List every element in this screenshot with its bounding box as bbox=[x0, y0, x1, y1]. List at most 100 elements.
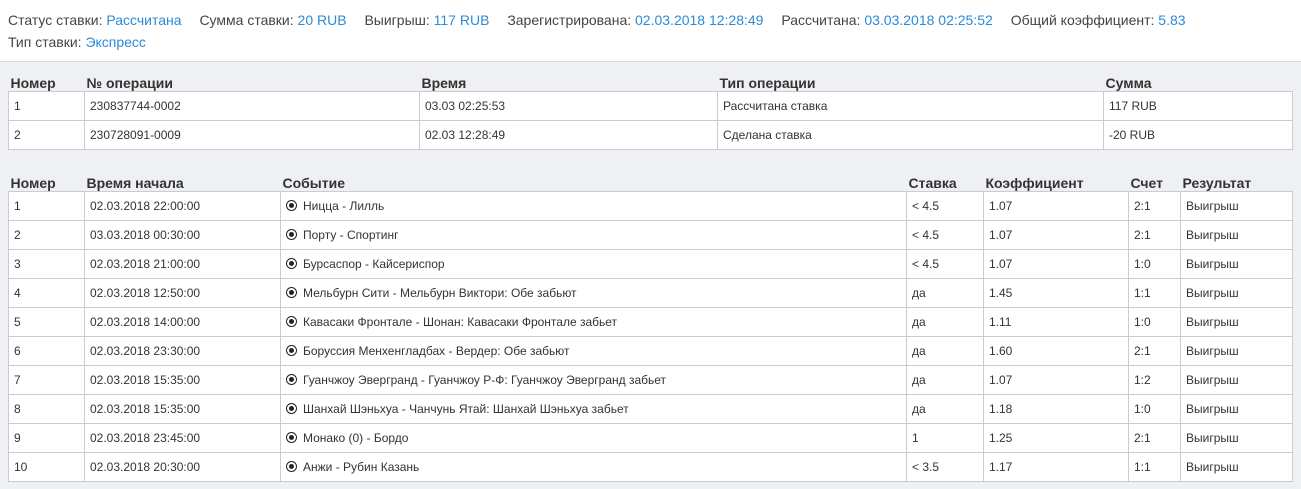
event-bet-cell: да bbox=[906, 365, 984, 395]
event-name-cell: Порту - Спортинг bbox=[280, 220, 907, 250]
event-name-label: Кавасаки Фронтале - Шонан: Кавасаки Фрон… bbox=[303, 315, 618, 329]
table-row: 4 02.03.2018 12:50:00 Мельбурн Сити - Мель… bbox=[8, 278, 1293, 308]
event-start-time-cell: 02.03.2018 14:00:00 bbox=[84, 307, 281, 337]
events-header-coefficient: Коэффициент bbox=[985, 175, 1084, 191]
op-amount-cell: -20 RUB bbox=[1103, 120, 1293, 150]
event-bet-cell: да bbox=[906, 278, 984, 308]
table-row: 9 02.03.2018 23:45:00 Монако (0) - Бордо 1 1… bbox=[8, 423, 1293, 453]
event-score-cell: 1:0 bbox=[1128, 307, 1181, 337]
event-number-cell: 8 bbox=[8, 394, 85, 424]
event-name-cell: Шанхай Шэньхуа - Чанчунь Ятай: Шанхай Шэ… bbox=[280, 394, 907, 424]
event-name-cell: Мельбурн Сити - Мельбурн Виктори: Обе за… bbox=[280, 278, 907, 308]
bet-coefficient: Общий коэффициент: 5.83 bbox=[1011, 9, 1186, 31]
event-score-cell: 1:0 bbox=[1128, 394, 1181, 424]
soccer-ball-icon bbox=[286, 432, 297, 443]
event-number-cell: 5 bbox=[8, 307, 85, 337]
event-start-time-cell: 02.03.2018 22:00:00 bbox=[84, 191, 281, 221]
op-type-cell: Сделана ставка bbox=[717, 120, 1104, 150]
soccer-ball-icon bbox=[286, 403, 297, 414]
event-number-cell: 3 bbox=[8, 249, 85, 279]
operations-header-amount: Сумма bbox=[1105, 75, 1152, 91]
events-header-result: Результат bbox=[1182, 175, 1252, 191]
summary-row-1: Статус ставки: Рассчитана Сумма ставки: … bbox=[8, 9, 1293, 31]
bet-amount: Сумма ставки: 20 RUB bbox=[199, 9, 346, 31]
event-number-cell: 1 bbox=[8, 191, 85, 221]
event-bet-cell: да bbox=[906, 394, 984, 424]
event-start-time-cell: 02.03.2018 15:35:00 bbox=[84, 365, 281, 395]
event-start-time-cell: 02.03.2018 23:30:00 bbox=[84, 336, 281, 366]
event-start-time-cell: 02.03.2018 23:45:00 bbox=[84, 423, 281, 453]
event-bet-cell: < 4.5 bbox=[906, 220, 984, 250]
soccer-ball-icon bbox=[286, 200, 297, 211]
event-name-cell: Ницца - Лилль bbox=[280, 191, 907, 221]
bet-registered-value: 02.03.2018 12:28:49 bbox=[635, 12, 764, 28]
bet-registered: Зарегистрирована: 02.03.2018 12:28:49 bbox=[507, 9, 763, 31]
bet-win: Выигрыш: 117 RUB bbox=[364, 9, 489, 31]
event-result-cell: Выигрыш bbox=[1180, 191, 1293, 221]
bet-summary: Статус ставки: Рассчитана Сумма ставки: … bbox=[0, 0, 1301, 62]
operations-table: Номер № операции Время Тип операции Сумм… bbox=[8, 71, 1293, 150]
event-name-label: Боруссия Менхенгладбах - Вердер: Обе заб… bbox=[303, 344, 570, 358]
event-bet-cell: < 4.5 bbox=[906, 191, 984, 221]
bet-status-value: Рассчитана bbox=[106, 12, 182, 28]
event-result-cell: Выигрыш bbox=[1180, 336, 1293, 366]
event-result-cell: Выигрыш bbox=[1180, 278, 1293, 308]
event-name-cell: Анжи - Рубин Казань bbox=[280, 452, 907, 482]
event-name-label: Порту - Спортинг bbox=[303, 228, 399, 242]
event-coefficient-cell: 1.18 bbox=[983, 394, 1129, 424]
event-number-cell: 7 bbox=[8, 365, 85, 395]
op-id-cell: 230837744-0002 bbox=[84, 91, 420, 121]
soccer-ball-icon bbox=[286, 345, 297, 356]
event-name-label: Гуанчжоу Эвергранд - Гуанчжоу Р-Ф: Гуанч… bbox=[303, 373, 667, 387]
event-score-cell: 2:1 bbox=[1128, 191, 1181, 221]
event-score-cell: 1:0 bbox=[1128, 249, 1181, 279]
op-amount-cell: 117 RUB bbox=[1103, 91, 1293, 121]
bet-win-label: Выигрыш: bbox=[364, 12, 430, 28]
event-name-cell: Кавасаки Фронтале - Шонан: Кавасаки Фрон… bbox=[280, 307, 907, 337]
event-number-cell: 9 bbox=[8, 423, 85, 453]
event-coefficient-cell: 1.07 bbox=[983, 365, 1129, 395]
event-score-cell: 1:2 bbox=[1128, 365, 1181, 395]
event-result-cell: Выигрыш bbox=[1180, 423, 1293, 453]
event-result-cell: Выигрыш bbox=[1180, 452, 1293, 482]
event-number-cell: 4 bbox=[8, 278, 85, 308]
event-name-cell: Гуанчжоу Эвергранд - Гуанчжоу Р-Ф: Гуанч… bbox=[280, 365, 907, 395]
event-score-cell: 2:1 bbox=[1128, 220, 1181, 250]
events-header-bet: Ставка bbox=[908, 175, 957, 191]
table-row: 1 02.03.2018 22:00:00 Ницца - Лилль < 4.5 1.… bbox=[8, 191, 1293, 221]
event-name-cell: Монако (0) - Бордо bbox=[280, 423, 907, 453]
event-name-cell: Бурсаспор - Кайсериспор bbox=[280, 249, 907, 279]
operations-header-row: Номер № операции Время Тип операции Сумм… bbox=[9, 71, 1293, 92]
event-score-cell: 2:1 bbox=[1128, 423, 1181, 453]
event-name-label: Мельбурн Сити - Мельбурн Виктори: Обе за… bbox=[303, 286, 577, 300]
operations-header-type: Тип операции bbox=[719, 75, 816, 91]
soccer-ball-icon bbox=[286, 229, 297, 240]
events-table: Номер Время начала Событие Ставка Коэффи… bbox=[8, 171, 1293, 482]
event-name-label: Бурсаспор - Кайсериспор bbox=[303, 257, 445, 271]
bet-type: Тип ставки: Экспресс bbox=[8, 31, 146, 53]
table-row: 5 02.03.2018 14:00:00 Кавасаки Фронтале - … bbox=[8, 307, 1293, 337]
table-row: 8 02.03.2018 15:35:00 Шанхай Шэньхуа - Чан… bbox=[8, 394, 1293, 424]
bet-status: Статус ставки: Рассчитана bbox=[8, 9, 182, 31]
event-start-time-cell: 02.03.2018 12:50:00 bbox=[84, 278, 281, 308]
event-start-time-cell: 02.03.2018 20:30:00 bbox=[84, 452, 281, 482]
event-start-time-cell: 02.03.2018 21:00:00 bbox=[84, 249, 281, 279]
event-result-cell: Выигрыш bbox=[1180, 365, 1293, 395]
event-name-label: Анжи - Рубин Казань bbox=[303, 460, 420, 474]
bet-type-label: Тип ставки: bbox=[8, 34, 82, 50]
bet-win-value: 117 RUB bbox=[433, 12, 490, 28]
event-name-label: Шанхай Шэньхуа - Чанчунь Ятай: Шанхай Шэ… bbox=[303, 402, 629, 416]
event-bet-cell: < 3.5 bbox=[906, 452, 984, 482]
table-row: 6 02.03.2018 23:30:00 Боруссия Менхенгладб… bbox=[8, 336, 1293, 366]
events-header-number: Номер bbox=[10, 175, 56, 191]
event-score-cell: 2:1 bbox=[1128, 336, 1181, 366]
table-row: 3 02.03.2018 21:00:00 Бурсаспор - Кайсерис… bbox=[8, 249, 1293, 279]
bet-type-value: Экспресс bbox=[85, 34, 146, 50]
soccer-ball-icon bbox=[286, 316, 297, 327]
event-bet-cell: 1 bbox=[906, 423, 984, 453]
events-header-start-time: Время начала bbox=[86, 175, 184, 191]
bet-settled-label: Рассчитана: bbox=[781, 12, 861, 28]
op-type-cell: Рассчитана ставка bbox=[717, 91, 1104, 121]
event-coefficient-cell: 1.11 bbox=[983, 307, 1129, 337]
bet-coefficient-label: Общий коэффициент: bbox=[1010, 12, 1155, 28]
